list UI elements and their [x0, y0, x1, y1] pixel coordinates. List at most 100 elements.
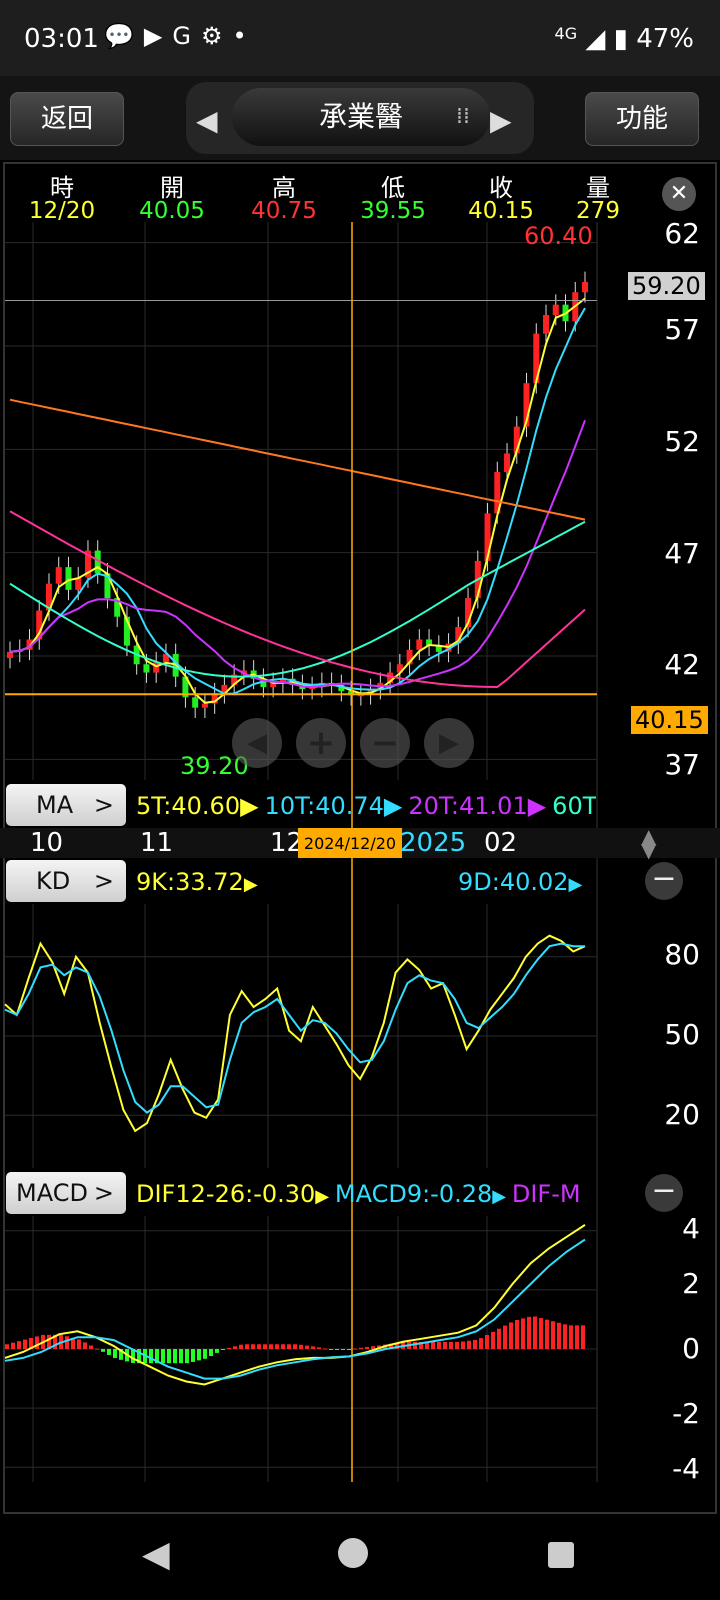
kd-k-line — [4, 934, 586, 1133]
kd-tick-label: 20 — [664, 1098, 700, 1131]
kd-tick-label: 50 — [664, 1018, 700, 1051]
macd-histogram-bar — [173, 1349, 177, 1364]
kd-d-value: 9D:40.02▶ — [458, 868, 583, 896]
scroll-left-icon[interactable]: ◀ — [232, 718, 282, 768]
macd-button-label: MACD — [16, 1179, 88, 1207]
candle-body — [201, 703, 208, 708]
price-tick-label: 47 — [664, 537, 700, 570]
nav-recents-icon[interactable] — [548, 1542, 574, 1568]
last-close-tag: 40.15 — [631, 706, 708, 734]
macd-histogram-bar — [89, 1345, 93, 1349]
macd-histogram-bar — [293, 1344, 297, 1349]
collapse-kd-icon[interactable]: − — [645, 862, 683, 900]
candle-body — [582, 281, 588, 293]
chevron-right-icon: > — [93, 791, 114, 819]
macd-histogram-bar — [113, 1349, 117, 1359]
macd-histogram-bar — [479, 1338, 483, 1349]
macd-histogram-bar — [197, 1349, 201, 1361]
kd-d-text: 9D:40.02 — [458, 868, 569, 896]
macd-histogram-bar — [473, 1339, 477, 1349]
macd-histogram-bar — [455, 1341, 459, 1349]
android-nav-bar: ◀ — [0, 1514, 720, 1600]
macd-histogram-bar — [305, 1345, 309, 1349]
macd-histogram-bar — [365, 1346, 369, 1349]
macd-histogram-bar — [5, 1344, 9, 1349]
nav-home-icon[interactable] — [338, 1538, 368, 1568]
macd-histogram-bar — [35, 1336, 39, 1349]
macd-histogram-bar — [497, 1328, 501, 1349]
macd-histogram-bar — [359, 1347, 363, 1349]
ma-value: 20T:41.01▶ — [408, 792, 547, 820]
candle-body — [7, 651, 13, 659]
macd-histogram-bar — [167, 1349, 171, 1364]
kd-button[interactable]: KD > — [6, 860, 126, 902]
resize-handle-icon[interactable]: ▲ ▼ — [641, 826, 656, 860]
macd-histogram-bar — [491, 1331, 495, 1349]
zoom-out-icon[interactable]: − — [360, 718, 410, 768]
macd-histogram-bar — [11, 1342, 15, 1349]
macd-histogram-bar — [503, 1325, 507, 1349]
time-tick-label: 2025 — [400, 828, 467, 858]
macd-histogram-bar — [23, 1339, 27, 1349]
macd-dif-text: DIF12-26:-0.30 — [136, 1180, 316, 1208]
macd-histogram-bar — [323, 1348, 327, 1350]
macd-histogram-bar — [311, 1346, 315, 1349]
macd-histogram-bar — [347, 1349, 351, 1350]
macd-histogram-bar — [485, 1334, 489, 1349]
macd-histogram-bar — [521, 1318, 525, 1349]
kd-button-label: KD — [36, 867, 71, 895]
macd-histogram-bar — [233, 1346, 237, 1349]
macd-histogram-bar — [539, 1318, 543, 1349]
macd-histogram-bar — [335, 1349, 339, 1350]
scroll-right-icon[interactable]: ▶ — [424, 718, 474, 768]
nav-back-icon[interactable]: ◀ — [142, 1534, 170, 1575]
macd-histogram-bar — [341, 1349, 345, 1350]
macd-histogram-bar — [161, 1349, 165, 1364]
ma-button[interactable]: MA > — [6, 784, 126, 826]
macd-histogram-bar — [437, 1341, 441, 1349]
macd-histogram-bar — [227, 1347, 231, 1349]
macd-button[interactable]: MACD > — [6, 1172, 126, 1214]
time-tick-label: 02 — [484, 828, 518, 858]
price-tick-label: 52 — [664, 425, 700, 458]
macd-histogram-bar — [527, 1316, 531, 1349]
macd-histogram-bar — [239, 1344, 243, 1349]
macd-histogram-bar — [431, 1341, 435, 1349]
macd-histogram-bar — [221, 1349, 225, 1350]
candle-body — [416, 639, 423, 650]
time-tick-label: 11 — [140, 828, 174, 858]
macd-histogram-bar — [509, 1322, 513, 1349]
macd-tick-label: 0 — [682, 1332, 700, 1365]
collapse-macd-icon[interactable]: − — [645, 1174, 683, 1212]
macd-signal-text: MACD9:-0.28 — [334, 1180, 493, 1208]
zoom-in-icon[interactable]: + — [296, 718, 346, 768]
macd-histogram-bar — [551, 1321, 555, 1349]
macd-tick-label: 2 — [682, 1267, 700, 1300]
macd-histogram-bar — [545, 1319, 549, 1349]
macd-osc-text: DIF-M — [511, 1180, 581, 1208]
price-tick-label: 62 — [664, 217, 700, 250]
macd-histogram-bar — [185, 1349, 189, 1364]
candle-body — [543, 315, 550, 334]
macd-histogram-bar — [101, 1349, 105, 1352]
macd-histogram-bar — [449, 1341, 453, 1349]
macd-histogram-bar — [569, 1325, 573, 1349]
candle-body — [55, 567, 62, 584]
candle-body — [65, 567, 72, 590]
cursor-date-tag: 2024/12/20 — [298, 828, 402, 858]
macd-histogram-bar — [575, 1325, 579, 1349]
macd-histogram-bar — [461, 1341, 465, 1349]
macd-histogram-bar — [245, 1344, 249, 1349]
macd-histogram-bar — [83, 1342, 87, 1349]
kd-d-line — [4, 942, 585, 1114]
macd-histogram-bar — [317, 1347, 321, 1349]
kd-tick-label: 80 — [664, 938, 700, 971]
macd-histogram-bar — [251, 1344, 255, 1349]
macd-histogram-bar — [443, 1341, 447, 1349]
macd-tick-label: -2 — [672, 1397, 700, 1430]
ma-value: 10T:40.74▶ — [264, 792, 403, 820]
macd-histogram-bar — [467, 1340, 471, 1349]
macd-histogram-bar — [257, 1344, 261, 1349]
ma-value: 60T▶ — [552, 792, 596, 820]
ma240-line — [9, 398, 586, 521]
